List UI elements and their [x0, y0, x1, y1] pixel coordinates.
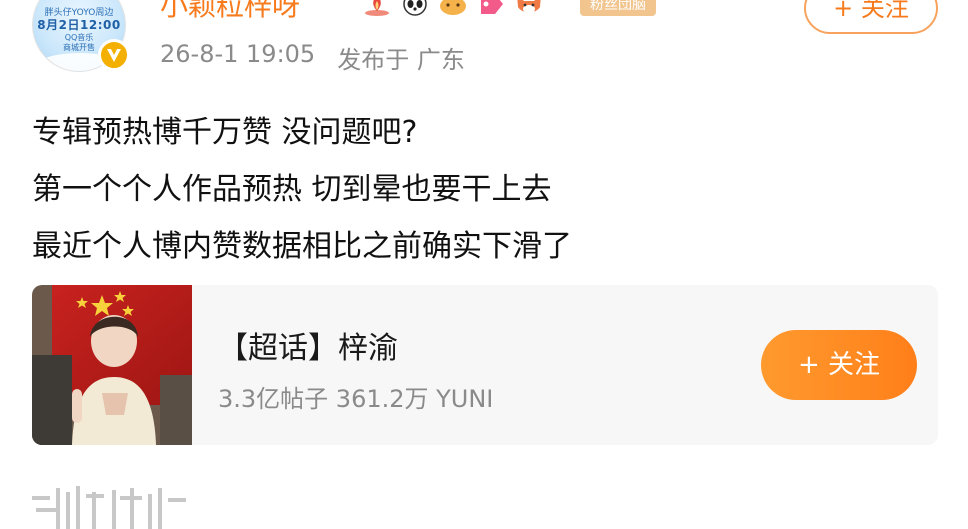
- follow-user-button[interactable]: + 关注: [804, 0, 938, 34]
- vip-badge-icon: [98, 39, 130, 71]
- fox-badge-icon: [514, 0, 544, 16]
- post-meta: 26-8-1 19:05 发布于 广东: [160, 40, 465, 75]
- panda-badge-icon: [400, 0, 430, 16]
- super-topic-card[interactable]: 【超话】梓渝 3.3亿帖子 361.2万 YUNI + 关注: [32, 285, 938, 445]
- next-item-partial: [32, 482, 192, 529]
- user-badges: [362, 0, 544, 16]
- topic-cover-image: [32, 285, 192, 445]
- avatar-text-2: 8月2日12:00: [37, 18, 121, 32]
- post-location: 发布于 广东: [337, 46, 465, 74]
- topic-info: 【超话】梓渝 3.3亿帖子 361.2万 YUNI: [218, 323, 493, 414]
- topic-title[interactable]: 【超话】梓渝: [218, 323, 493, 367]
- cat-badge-icon: [438, 0, 468, 16]
- tag-badge-icon: [476, 0, 506, 16]
- post-line-2: 第一个个人作品预热 切到晕也要干上去: [32, 172, 552, 207]
- topic-stats: 3.3亿帖子 361.2万 YUNI: [218, 385, 494, 413]
- follow-topic-button[interactable]: + 关注: [761, 330, 917, 400]
- fan-group-tag[interactable]: 粉丝団脑: [580, 0, 656, 16]
- post-body: 专辑预热博千万赞 没问题吧? 第一个个人作品预热 切到晕也要干上去 最近个人博内…: [32, 104, 572, 275]
- post-line-1: 专辑预热博千万赞 没问题吧?: [32, 115, 418, 150]
- fire-badge-icon: [362, 0, 392, 16]
- post-line-3: 最近个人博内赞数据相比之前确实下滑了: [32, 229, 572, 264]
- post-time: 26-8-1 19:05: [160, 40, 316, 68]
- username[interactable]: 小颖粒梓呀: [160, 0, 300, 24]
